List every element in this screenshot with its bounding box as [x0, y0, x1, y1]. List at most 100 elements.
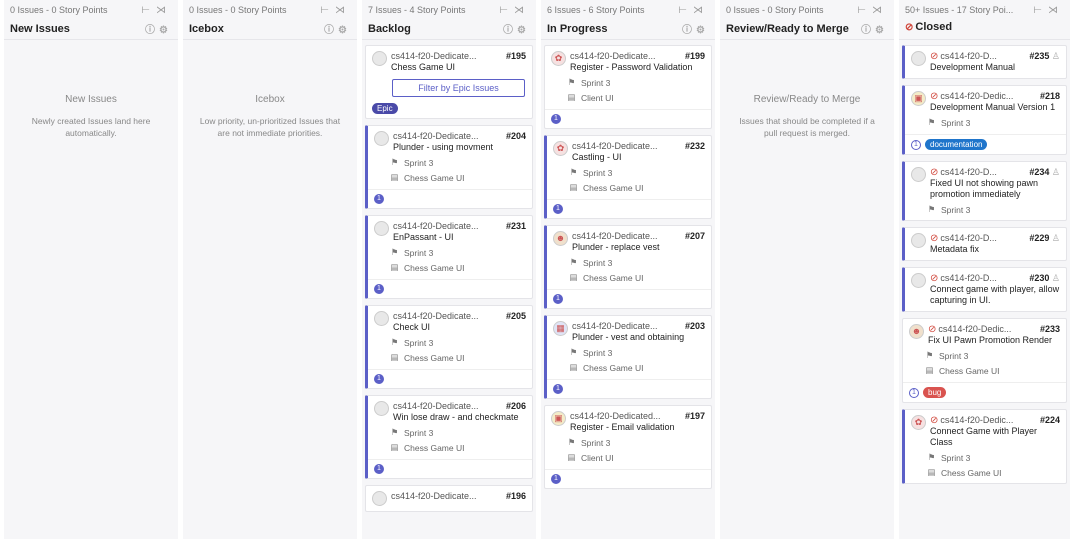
sprint: Sprint 3: [404, 157, 434, 168]
info-icon[interactable]: ⓘ: [503, 25, 517, 36]
milestone-icon: ⚑: [390, 427, 399, 437]
gear-icon[interactable]: ⚙: [696, 25, 709, 36]
list-title: In Progress: [547, 22, 608, 35]
issue-title[interactable]: Register - Password Validation: [570, 62, 705, 73]
epic-icon: ▤: [567, 452, 576, 462]
issue-card[interactable]: ⊘ cs414-f20-D... #229 ♙ Metadata fix: [902, 227, 1067, 261]
avatar: [372, 51, 387, 66]
expand-icon[interactable]: ⋊: [156, 5, 172, 16]
issue-title[interactable]: Castling - UI: [572, 152, 705, 163]
issue-card[interactable]: ☻ cs414-f20-Dedicate... #207 Plunder - repl…: [544, 225, 712, 309]
board-list-in-progress: 6 Issues - 6 Story Points ⊢⋊ In Progress ⓘ…: [541, 0, 716, 539]
issue-title[interactable]: Plunder - using movment: [393, 142, 526, 153]
avatar: ▣: [911, 91, 926, 106]
list-meta: 50+ Issues - 17 Story Poi...: [905, 5, 1014, 15]
issue-number: #233: [1039, 324, 1060, 334]
issue-card[interactable]: cs414-f20-Dedicate... #205 Check UI ⚑ Sprin…: [365, 305, 533, 389]
issue-card[interactable]: ✿ ⊘ cs414-f20-Dedic... #224 Connect Game wit…: [902, 409, 1067, 484]
issue-number: #218: [1039, 91, 1060, 101]
issue-title[interactable]: Plunder - vest and obtaining: [572, 332, 705, 343]
info-icon[interactable]: ⓘ: [682, 25, 696, 36]
board-list-review: 0 Issues - 0 Story Points ⊢⋊ Review/Ready…: [720, 0, 895, 539]
epic-icon: ▤: [569, 272, 578, 282]
issue-number: #224: [1039, 415, 1060, 425]
issue-title[interactable]: Check UI: [393, 322, 526, 333]
issue-title[interactable]: Metadata fix: [930, 244, 1060, 255]
issue-title[interactable]: Fix UI Pawn Promotion Render: [928, 335, 1060, 346]
avatar: [911, 273, 926, 288]
issue-title[interactable]: Connect Game with Player Class: [930, 426, 1060, 448]
collapse-icon[interactable]: ⊢: [320, 5, 335, 16]
issue-title[interactable]: Development Manual: [930, 62, 1060, 73]
issue-card[interactable]: ✿ cs414-f20-Dedicate... #232 Castling - UI …: [544, 135, 712, 219]
issue-title[interactable]: Development Manual Version 1: [930, 102, 1060, 113]
epic-icon: ▤: [390, 442, 399, 452]
assignee-icon: ♙: [1051, 51, 1060, 61]
avatar: ✿: [553, 141, 568, 156]
issue-card[interactable]: ☻ ⊘ cs414-f20-Dedic... #233 Fix UI Pawn Prom…: [902, 318, 1067, 403]
issue-repo: cs414-f20-Dedicate...: [572, 321, 658, 331]
issue-title[interactable]: Win lose draw - and checkmate: [393, 412, 526, 423]
issue-card[interactable]: ▣ ⊘ cs414-f20-Dedic... #218 Development Manu…: [902, 85, 1067, 155]
weight-badge: 1: [909, 387, 919, 398]
expand-icon[interactable]: ⋊: [872, 5, 888, 16]
avatar: [374, 311, 389, 326]
empty-heading: New Issues: [65, 94, 117, 105]
issue-number: #229: [1029, 233, 1050, 243]
epic-icon: ▤: [569, 182, 578, 192]
issue-title[interactable]: Chess Game UI: [391, 62, 526, 73]
expand-icon[interactable]: ⋊: [514, 5, 530, 16]
assignee-icon: ♙: [1051, 167, 1060, 177]
issue-title[interactable]: Plunder - replace vest: [572, 242, 705, 253]
issue-card[interactable]: ⊘ cs414-f20-D... #234 ♙ Fixed UI not showin…: [902, 161, 1067, 221]
issue-card[interactable]: cs414-f20-Dedicate... #196: [365, 485, 533, 512]
issue-title[interactable]: Fixed UI not showing pawn promotion imme…: [930, 178, 1060, 200]
issue-number: #230: [1029, 273, 1050, 283]
epic-label[interactable]: Epic: [372, 103, 398, 114]
closed-issue-icon: ⊘: [930, 167, 939, 178]
expand-icon[interactable]: ⋊: [335, 5, 351, 16]
collapse-icon[interactable]: ⊢: [678, 5, 693, 16]
bug-label[interactable]: bug: [923, 387, 947, 398]
assignee-icon: ♙: [1051, 233, 1060, 243]
sprint: Sprint 3: [583, 257, 613, 268]
issue-card[interactable]: ⊘ cs414-f20-D... #235 ♙ Development Manual: [902, 45, 1067, 79]
weight-badge: 1: [374, 374, 384, 384]
issue-card[interactable]: ▣ cs414-f20-Dedicated... #197 Register - Em…: [544, 405, 712, 489]
issue-card[interactable]: cs414-f20-Dedicate... #204 Plunder - using…: [365, 125, 533, 209]
info-icon[interactable]: ⓘ: [324, 25, 338, 36]
documentation-label[interactable]: documentation: [925, 139, 988, 150]
avatar: [911, 233, 926, 248]
issue-card[interactable]: ⊘ cs414-f20-D... #230 ♙ Connect game with p…: [902, 267, 1067, 312]
list-meta: 0 Issues - 0 Story Points: [189, 5, 287, 15]
issue-card[interactable]: cs414-f20-Dedicate... #206 Win lose draw -…: [365, 395, 533, 479]
issue-number: #204: [505, 131, 526, 141]
expand-icon[interactable]: ⋊: [693, 5, 709, 16]
epic-icon: ▤: [927, 467, 936, 477]
collapse-icon[interactable]: ⊢: [1033, 5, 1048, 16]
issue-title[interactable]: Register - Email validation: [570, 422, 705, 433]
collapse-icon[interactable]: ⊢: [499, 5, 514, 16]
issue-card[interactable]: ✿ cs414-f20-Dedicate... #199 Register - Pas…: [544, 45, 712, 129]
issue-title[interactable]: Connect game with player, allow capturin…: [930, 284, 1060, 306]
issue-card[interactable]: cs414-f20-Dedicate... #231 EnPassant - UI …: [365, 215, 533, 299]
collapse-icon[interactable]: ⊢: [141, 5, 156, 16]
issue-card[interactable]: cs414-f20-Dedicate... #195 Chess Game UI …: [365, 45, 533, 119]
info-icon[interactable]: ⓘ: [145, 25, 159, 36]
gear-icon[interactable]: ⚙: [517, 25, 530, 36]
issue-number: #205: [505, 311, 526, 321]
gear-icon[interactable]: ⚙: [338, 25, 351, 36]
issue-title[interactable]: EnPassant - UI: [393, 232, 526, 243]
avatar: [911, 167, 926, 182]
issue-repo: cs414-f20-Dedicate...: [570, 51, 656, 61]
list-header: 0 Issues - 0 Story Points ⊢⋊ New Issues ⓘ⚙: [4, 0, 178, 40]
collapse-icon[interactable]: ⊢: [857, 5, 872, 16]
milestone-icon: ⚑: [390, 247, 399, 257]
issue-card[interactable]: ▦ cs414-f20-Dedicate... #203 Plunder - vest…: [544, 315, 712, 399]
gear-icon[interactable]: ⚙: [875, 25, 888, 36]
milestone-icon: ⚑: [569, 167, 578, 177]
gear-icon[interactable]: ⚙: [159, 25, 172, 36]
filter-by-epic-button[interactable]: Filter by Epic Issues: [392, 79, 525, 97]
info-icon[interactable]: ⓘ: [861, 25, 875, 36]
expand-icon[interactable]: ⋊: [1048, 5, 1064, 16]
